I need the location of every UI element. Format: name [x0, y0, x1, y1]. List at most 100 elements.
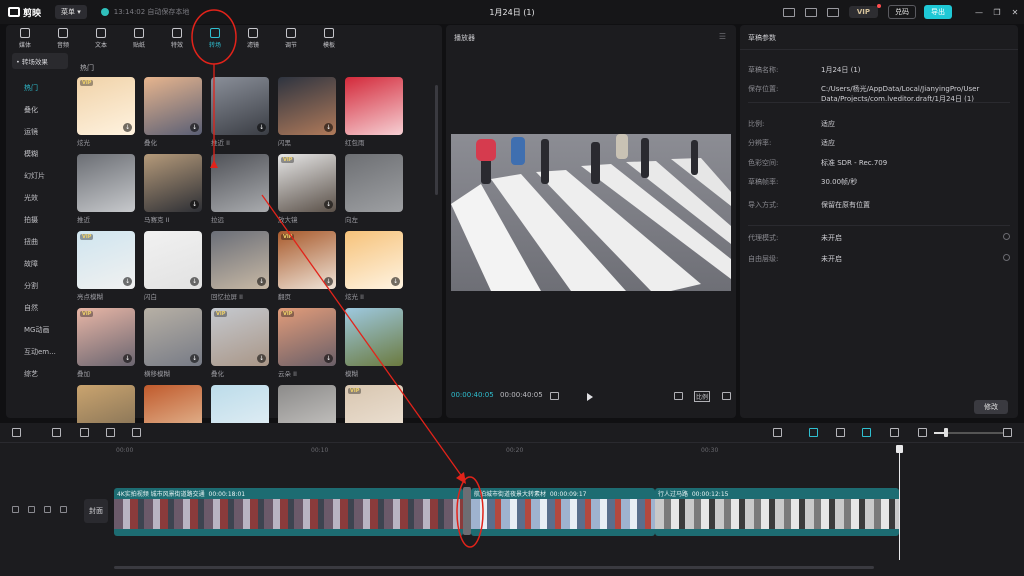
- download-icon[interactable]: ↓: [391, 277, 400, 286]
- help-icon[interactable]: [1003, 254, 1010, 261]
- help-icon[interactable]: [1003, 233, 1010, 240]
- video-clip[interactable]: 行人过马路 00:00:12:15: [655, 488, 899, 536]
- split-icon[interactable]: [106, 428, 115, 437]
- minimize-icon[interactable]: —: [970, 8, 988, 17]
- tab-sticker[interactable]: 贴纸: [120, 25, 158, 53]
- sidebar-item[interactable]: MG动画: [12, 319, 68, 341]
- export-button[interactable]: 导出: [924, 5, 952, 19]
- sidebar-item[interactable]: 拍摄: [12, 209, 68, 231]
- transition-card[interactable]: 拉远: [211, 154, 269, 224]
- sidebar-item[interactable]: 综艺: [12, 363, 68, 385]
- layout-grid-icon[interactable]: [804, 7, 817, 17]
- transition-filter[interactable]: • 转场效果: [12, 53, 68, 69]
- sidebar-item[interactable]: 自然: [12, 297, 68, 319]
- modify-button[interactable]: 修改: [974, 400, 1008, 414]
- download-icon[interactable]: ↓: [123, 354, 132, 363]
- redeem-button[interactable]: 兑码: [888, 5, 916, 19]
- download-icon[interactable]: ↓: [123, 123, 132, 132]
- download-icon[interactable]: ↓: [190, 277, 199, 286]
- focus-icon[interactable]: [674, 392, 683, 400]
- player-menu-icon[interactable]: ☰: [719, 32, 726, 41]
- transition-card[interactable]: VIP ↓ 叠加: [77, 308, 135, 378]
- preview-axis-icon[interactable]: [890, 428, 899, 437]
- download-icon[interactable]: ↓: [257, 354, 266, 363]
- transition-card[interactable]: VIP ↓ 翻页: [278, 231, 336, 301]
- download-icon[interactable]: ↓: [257, 277, 266, 286]
- tab-filter[interactable]: 滤镜: [234, 25, 272, 53]
- sidebar-item[interactable]: 运镜: [12, 121, 68, 143]
- shortcut-icon[interactable]: [826, 7, 839, 17]
- sidebar-item[interactable]: 互动em...: [12, 341, 68, 363]
- menu-button[interactable]: 菜单 ▾: [55, 5, 87, 19]
- playhead[interactable]: [899, 445, 900, 560]
- video-preview[interactable]: [451, 134, 731, 291]
- transition-card[interactable]: VIP ↓ 放大镜: [278, 154, 336, 224]
- tab-transition[interactable]: 转场: [196, 25, 234, 53]
- transition-card[interactable]: VIP ↓ 叠化: [211, 308, 269, 378]
- transition-card[interactable]: ↓ 横移模糊: [144, 308, 202, 378]
- ratio-button[interactable]: 比例: [694, 391, 711, 402]
- waveform-icon[interactable]: [550, 392, 559, 400]
- volume-icon[interactable]: [60, 506, 67, 513]
- fullscreen-icon[interactable]: [722, 392, 731, 400]
- sidebar-item[interactable]: 叠化: [12, 99, 68, 121]
- play-button[interactable]: [587, 393, 593, 401]
- transition-card[interactable]: ↓ 闪黑: [278, 77, 336, 147]
- transition-card[interactable]: ↓ 炫光 II: [345, 231, 403, 301]
- download-icon[interactable]: ↓: [324, 123, 333, 132]
- sidebar-item[interactable]: 故障: [12, 253, 68, 275]
- sidebar-item[interactable]: 热门: [12, 77, 68, 99]
- transition-card[interactable]: ↓ 闪白: [144, 231, 202, 301]
- sidebar-item[interactable]: 幻灯片: [12, 165, 68, 187]
- vip-button[interactable]: VIP: [848, 4, 882, 18]
- download-icon[interactable]: ↓: [324, 277, 333, 286]
- sidebar-item[interactable]: 模糊: [12, 143, 68, 165]
- main-track-magnet-icon[interactable]: [809, 428, 818, 437]
- transition-card[interactable]: VIP ↓ 亮点模糊: [77, 231, 135, 301]
- zoom-slider-knob[interactable]: [944, 428, 948, 437]
- transition-card[interactable]: ↓ 叠化: [144, 77, 202, 147]
- transition-card[interactable]: ↓ 回忆拉屏 II: [211, 231, 269, 301]
- microphone-icon[interactable]: [773, 428, 782, 437]
- tab-text[interactable]: 文本: [82, 25, 120, 53]
- redo-icon[interactable]: [80, 428, 89, 437]
- close-icon[interactable]: ✕: [1006, 8, 1024, 17]
- video-clip[interactable]: 4K实拍视频 城市风景街道路交通 00:00:18:01: [114, 488, 463, 536]
- tab-audio[interactable]: 音频: [44, 25, 82, 53]
- transition-card[interactable]: 红包雨: [345, 77, 403, 147]
- linkage-icon[interactable]: [862, 428, 871, 437]
- tab-adjust[interactable]: 调节: [272, 25, 310, 53]
- transition-card[interactable]: VIP ↓ 炫光: [77, 77, 135, 147]
- video-clip[interactable]: 航拍城市街道夜景大转素材 00:00:09:17: [471, 488, 655, 536]
- maximize-icon[interactable]: ❐: [988, 8, 1006, 17]
- transition-card[interactable]: 模糊: [345, 308, 403, 378]
- cover-button[interactable]: 封面: [84, 499, 108, 523]
- download-icon[interactable]: ↓: [190, 123, 199, 132]
- tab-template[interactable]: 模板: [310, 25, 348, 53]
- track-preview-icon[interactable]: [12, 506, 19, 513]
- download-icon[interactable]: ↓: [257, 123, 266, 132]
- transition-slot[interactable]: [463, 487, 471, 535]
- eye-icon[interactable]: [44, 506, 51, 513]
- library-scrollbar[interactable]: [435, 85, 438, 195]
- tab-media[interactable]: 媒体: [6, 25, 44, 53]
- transition-card[interactable]: 推近: [77, 154, 135, 224]
- transition-card[interactable]: ↓ 推近 II: [211, 77, 269, 147]
- lock-icon[interactable]: [28, 506, 35, 513]
- download-icon[interactable]: ↓: [324, 200, 333, 209]
- timeline-scrollbar[interactable]: [114, 566, 874, 569]
- transition-card[interactable]: VIP ↓ 云朵 II: [278, 308, 336, 378]
- download-icon[interactable]: ↓: [190, 354, 199, 363]
- transition-card[interactable]: 向左: [345, 154, 403, 224]
- auto-snap-icon[interactable]: [836, 428, 845, 437]
- sidebar-item[interactable]: 扭曲: [12, 231, 68, 253]
- sidebar-item[interactable]: 光效: [12, 187, 68, 209]
- download-icon[interactable]: ↓: [190, 200, 199, 209]
- transition-card[interactable]: ↓ 马赛克 II: [144, 154, 202, 224]
- delete-icon[interactable]: [132, 428, 141, 437]
- tab-effects[interactable]: 特效: [158, 25, 196, 53]
- time-ruler[interactable]: 00:00 00:10 00:20 00:30: [0, 443, 1024, 459]
- download-icon[interactable]: ↓: [123, 277, 132, 286]
- undo-icon[interactable]: [52, 428, 61, 437]
- sidebar-item[interactable]: 分割: [12, 275, 68, 297]
